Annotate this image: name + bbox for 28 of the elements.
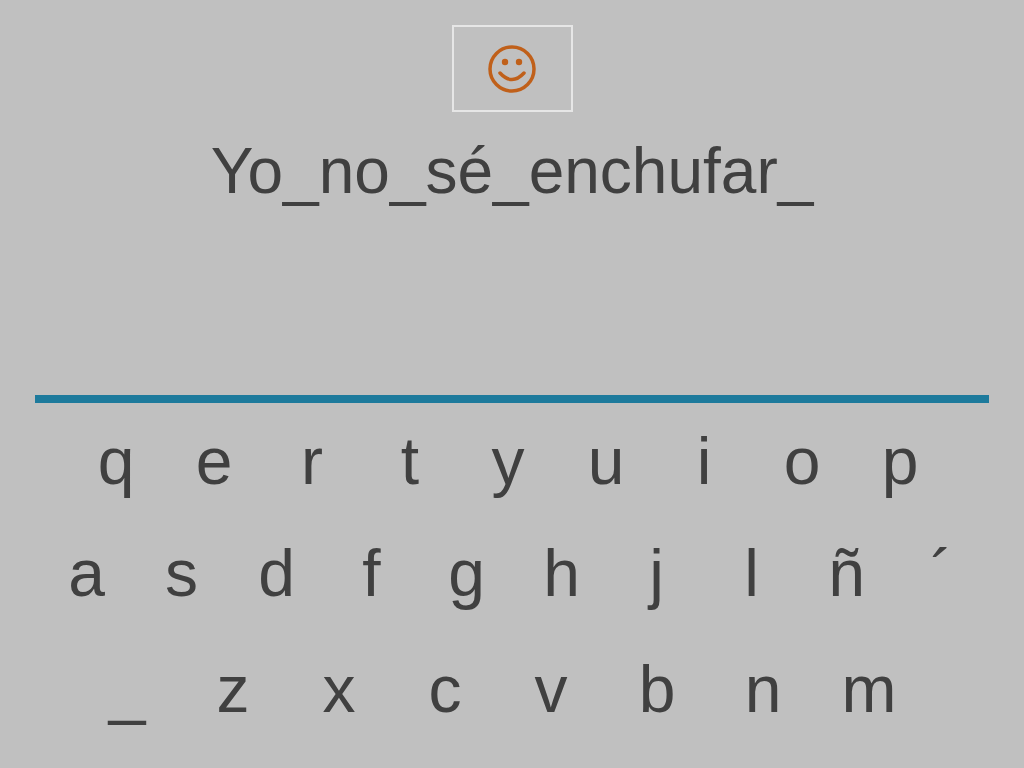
key-button[interactable]: ñ [799, 531, 894, 615]
key-button[interactable]: o [753, 419, 851, 503]
key-button[interactable]: h [514, 531, 609, 615]
key-button[interactable]: x [286, 647, 392, 731]
key-button[interactable]: r [263, 419, 361, 503]
key-button[interactable]: p [851, 419, 949, 503]
smiley-icon [487, 43, 537, 94]
key-button[interactable]: n [710, 647, 816, 731]
key-button[interactable]: g [419, 531, 514, 615]
key-button[interactable]: l [704, 531, 799, 615]
key-button[interactable]: j [609, 531, 704, 615]
key-button[interactable]: t [361, 419, 459, 503]
key-button[interactable]: e [165, 419, 263, 503]
key-button[interactable]: s [134, 531, 229, 615]
key-button[interactable]: d [229, 531, 324, 615]
key-button[interactable]: y [459, 419, 557, 503]
key-button[interactable]: b [604, 647, 710, 731]
key-button[interactable]: ´ [894, 531, 989, 615]
key-button[interactable]: a [39, 531, 134, 615]
key-button[interactable]: u [557, 419, 655, 503]
key-button[interactable]: z [180, 647, 286, 731]
key-button[interactable]: c [392, 647, 498, 731]
key-button[interactable]: f [324, 531, 419, 615]
key-button[interactable]: v [498, 647, 604, 731]
key-button[interactable]: m [816, 647, 922, 731]
key-button[interactable]: i [655, 419, 753, 503]
key-button[interactable]: _ [74, 647, 180, 731]
key-button[interactable]: q [67, 419, 165, 503]
